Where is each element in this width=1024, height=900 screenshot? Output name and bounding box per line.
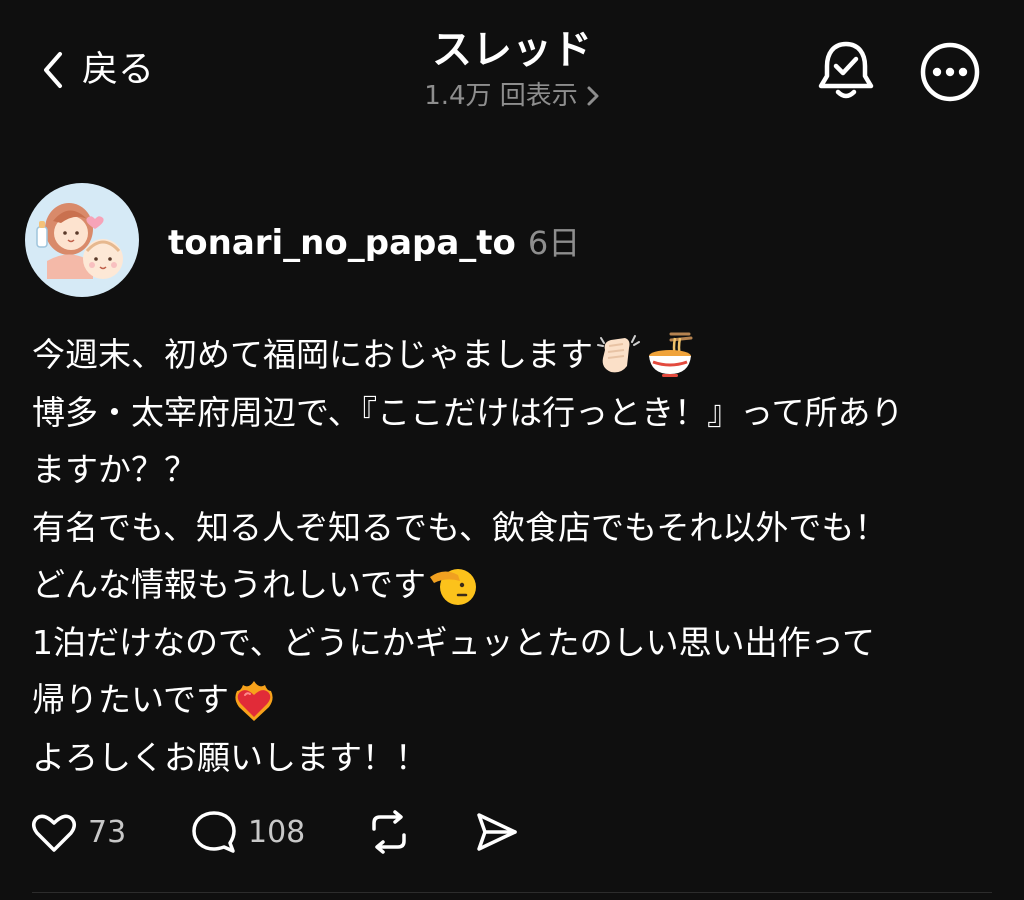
page-title: スレッド: [432, 27, 592, 73]
post-line-8-text: よろしくお願いします！！: [32, 737, 428, 777]
author-line: tonari_no_papa_to 6日: [168, 218, 580, 266]
post-line-4: 有名でも、知る人ぞ知るでも、飲食店でもそれ以外でも！: [32, 499, 992, 557]
send-icon: [477, 813, 517, 851]
comment-icon: [192, 811, 236, 853]
thread-screen: 戻る スレッド 1.4万 回表示 tonari_no_papa_to 6日 今週…: [0, 0, 1024, 900]
heart-on-fire-emoji: [235, 680, 273, 721]
views-count: 1.4万 回表示: [424, 81, 578, 111]
chevron-left-icon: [44, 52, 62, 88]
post-actions: 73 108: [30, 806, 520, 858]
post-line-3: ますか？？: [32, 441, 992, 499]
post-line-2: 博多・太宰府周辺で、『ここだけは行っとき！』って所あり: [32, 384, 992, 442]
like-count: 73: [88, 814, 127, 850]
post-line-6: 1泊だけなので、どうにかギュッとたのしい思い出作って: [32, 614, 992, 672]
post-line-4-text: 有名でも、知る人ぞ知るでも、飲食店でもそれ以外でも！: [32, 507, 888, 547]
post-line-7: 帰りたいです: [32, 671, 992, 729]
heart-icon: [32, 814, 76, 852]
notify-button[interactable]: [816, 38, 876, 102]
post-line-8: よろしくお願いします！！: [32, 729, 992, 787]
post-line-1-text: 今週末、初めて福岡におじゃまします: [32, 335, 593, 374]
post-line-1: 今週末、初めて福岡におじゃまします: [32, 326, 992, 384]
repost-icon: [372, 810, 406, 854]
views-link[interactable]: 1.4万 回表示: [424, 78, 600, 114]
reply-button[interactable]: 108: [190, 809, 366, 855]
reply-count: 108: [248, 814, 306, 850]
bell-check-icon: [818, 41, 874, 99]
post-line-2-text: 博多・太宰府周辺で、『ここだけは行っとき！』って所あり: [32, 392, 904, 432]
post-line-7-text: 帰りたいです: [32, 680, 230, 719]
post-divider: [32, 892, 992, 893]
header-title-block: スレッド 1.4万 回表示: [312, 22, 712, 114]
share-button[interactable]: [474, 810, 520, 854]
more-options-button[interactable]: [918, 40, 982, 104]
back-label: 戻る: [82, 49, 155, 90]
post-time: 6日: [527, 224, 581, 262]
like-button[interactable]: 73: [30, 810, 190, 854]
clapping-hands-emoji: [597, 334, 640, 373]
more-circle-icon: [920, 42, 980, 102]
avatar[interactable]: [25, 183, 139, 297]
back-button[interactable]: 戻る: [40, 44, 154, 96]
post-line-5-text: どんな情報もうれしいです: [32, 565, 427, 604]
author-username[interactable]: tonari_no_papa_to: [168, 223, 516, 263]
chevron-right-icon: [587, 86, 599, 106]
parent-baby-avatar-image: [36, 203, 123, 279]
post-line-3-text: ますか？？: [32, 450, 197, 489]
repost-button[interactable]: [366, 809, 474, 855]
ramen-bowl-emoji: [649, 332, 693, 377]
saluting-face-emoji: [430, 568, 477, 605]
post-body: 今週末、初めて福岡におじゃまします 博多・太宰府周辺で、『ここだけは行っとき！』…: [32, 326, 992, 786]
post-line-5: どんな情報もうれしいです: [32, 556, 992, 614]
post-line-6-text: 1泊だけなので、どうにかギュッとたのしい思い出作って: [32, 622, 876, 662]
